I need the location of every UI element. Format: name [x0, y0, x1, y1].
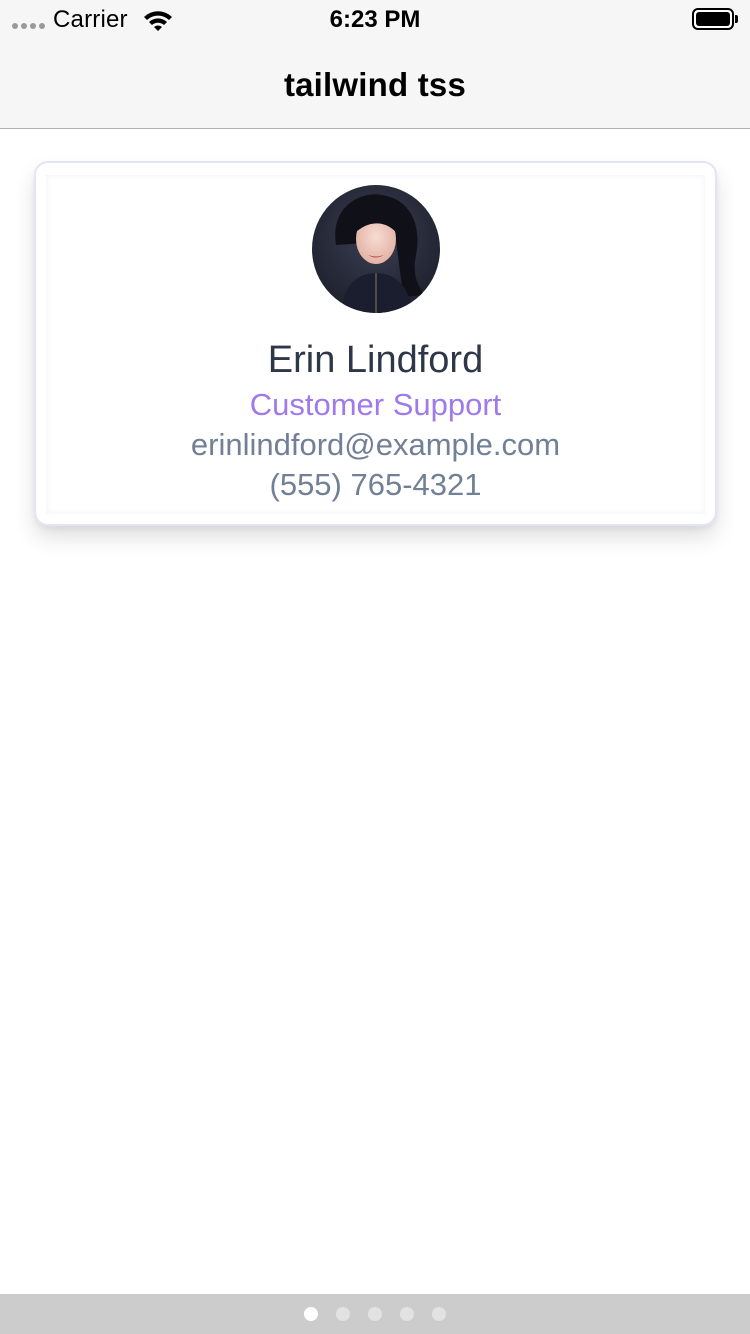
avatar [312, 185, 440, 313]
page-dot[interactable] [304, 1307, 318, 1321]
page-title: tailwind tss [283, 66, 467, 103]
profile-role: Customer Support [249, 387, 502, 422]
profile-phone: (555) 765-4321 [269, 467, 482, 502]
profile-name: Erin Lindford [267, 339, 484, 381]
page-dot[interactable] [400, 1307, 414, 1321]
screen: Carrier 6:23 PM tailwind tss Erin Lindfo… [0, 0, 750, 1334]
status-bar: Carrier 6:23 PM [0, 0, 750, 40]
page-dot[interactable] [336, 1307, 350, 1321]
profile-card: Erin Lindford Customer Support erinlindf… [34, 161, 717, 526]
battery-icon [692, 8, 738, 32]
page-control[interactable] [0, 1294, 750, 1334]
profile-email: erinlindford@example.com [190, 427, 561, 462]
clock: 6:23 PM [329, 6, 421, 33]
page-dot[interactable] [432, 1307, 446, 1321]
page-dot[interactable] [368, 1307, 382, 1321]
navigation-bar: tailwind tss [0, 40, 750, 129]
page-dots [304, 1307, 446, 1321]
